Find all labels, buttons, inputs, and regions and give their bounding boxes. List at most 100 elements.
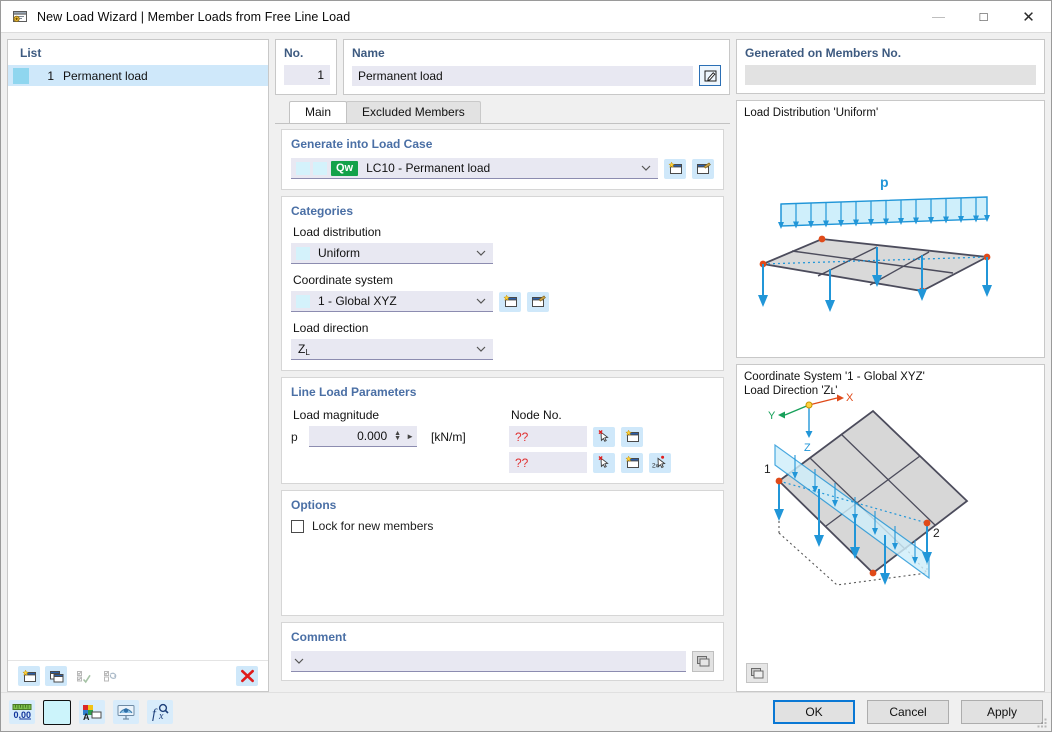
chevron-down-icon [473,298,489,304]
delete-item-button[interactable] [236,666,258,686]
list-item-label: Permanent load [63,68,148,83]
apply-button[interactable]: Apply [961,700,1043,724]
new-node-1-button[interactable] [621,426,643,447]
pick-node-1-button[interactable] [593,426,615,447]
load-case-value: LC10 - Permanent load [366,161,491,175]
node-2-input[interactable]: ?? [509,452,587,473]
edit-load-case-button[interactable] [692,158,714,179]
generate-into-load-case-label: Generate into Load Case [291,137,433,151]
load-distribution-preview: Load Distribution 'Uniform' p [736,100,1045,358]
pick-two-nodes-button[interactable]: 2x [649,452,671,473]
lock-for-new-members-checkbox[interactable] [291,519,304,533]
resize-grip-icon[interactable] [1037,718,1048,729]
list-body: 1 Permanent load [8,65,268,660]
load-distribution-label: Load distribution [293,225,382,239]
lock-for-new-members-label: Lock for new members [312,519,434,533]
axis-z-label: Z [804,442,811,454]
comment-input[interactable] [291,651,686,672]
line-load-parameters-label: Line Load Parameters [291,385,417,399]
generated-on-members-box: Generated on Members No. [736,39,1045,94]
new-node-2-button[interactable] [621,452,643,473]
formula-button[interactable]: f x [147,700,173,724]
ok-button[interactable]: OK [773,700,855,724]
node-2-value: ?? [515,455,529,470]
name-field-box: Name Permanent load [343,39,730,95]
node-1-value: ?? [515,429,529,444]
comment-library-button[interactable] [692,651,714,672]
number-field-box: No. 1 [275,39,337,95]
minimize-button[interactable]: — [916,1,961,32]
name-input[interactable]: Permanent load [352,65,693,86]
render-settings-button[interactable] [746,663,768,683]
load-symbol-label: p [880,174,889,190]
list-item-number: 1 [47,68,54,83]
display-properties-button[interactable]: A [79,700,105,724]
load-distribution-combobox[interactable]: Uniform [291,243,493,264]
new-load-case-button[interactable] [664,158,686,179]
title-bar: New Load Wizard | Member Loads from Free… [1,1,1051,33]
check-all-button[interactable] [72,666,94,686]
load-magnitude-label: Load magnitude [293,408,380,422]
load-direction-combobox[interactable]: ZL [291,339,493,360]
new-item-button[interactable] [18,666,40,686]
load-case-combobox[interactable]: Qw LC10 - Permanent load [291,158,658,179]
number-value: 1 [317,68,324,82]
tab-strip: Main Excluded Members [275,101,730,123]
generated-on-members-label: Generated on Members No. [745,46,902,60]
close-button[interactable]: ✕ [1006,1,1051,32]
generated-on-members-field [745,65,1036,85]
load-magnitude-unit: [kN/m] [431,429,466,444]
spinner-expand-icon[interactable]: ► [406,432,414,441]
tab-pane-main: Generate into Load Case Qw LC10 - Perman… [275,123,730,692]
list-toolbar [8,660,268,691]
spinner-arrows-icon[interactable]: ▲ ▼ [394,430,401,442]
axis-x-label: X [846,393,854,404]
tab-main[interactable]: Main [289,101,348,123]
load-magnitude-symbol: p [291,429,298,444]
chevron-down-icon [638,165,654,171]
list-panel: List 1 Permanent load [7,39,269,692]
dialog-body: List 1 Permanent load No. 1 Name Permane… [1,33,1051,692]
pick-node-2-button[interactable] [593,452,615,473]
svg-text:x: x [158,711,164,722]
maximize-button[interactable]: □ [961,1,1006,32]
options-group: Options Lock for new members [281,490,724,616]
invert-selection-button[interactable] [99,666,121,686]
decimal-places-button[interactable]: 0,00 [9,700,35,724]
coordinate-system-preview: Coordinate System '1 - Global XYZ' Load … [736,364,1045,692]
edit-pencil-icon[interactable] [699,65,721,86]
categories-group: Categories Load distribution Uniform Coo… [281,196,724,371]
new-coordinate-system-button[interactable] [499,291,521,312]
node-1-input[interactable]: ?? [509,426,587,447]
color-swatch-button[interactable] [43,699,71,725]
load-magnitude-value: 0.000 [357,429,388,443]
footer-bar: 0,00 A f x OK Cancel Apply [1,692,1051,731]
copy-item-button[interactable] [45,666,67,686]
node-row: ?? [509,426,714,447]
name-label: Name [352,46,385,60]
name-value: Permanent load [358,68,443,83]
lock-for-new-members-row[interactable]: Lock for new members [291,519,714,533]
options-label: Options [291,498,337,512]
chevron-down-icon [473,250,489,256]
load-magnitude-input[interactable]: 0.000 ▲ ▼ ► [309,426,417,447]
svg-text:f: f [152,707,158,722]
dialog-window: New Load Wizard | Member Loads from Free… [0,0,1052,732]
number-input[interactable]: 1 [284,65,330,85]
view-settings-button[interactable] [113,700,139,724]
main-panel: No. 1 Name Permanent load Main Excluded … [275,39,730,692]
list-item[interactable]: 1 Permanent load [8,65,268,86]
coordinate-system-combobox[interactable]: 1 - Global XYZ [291,291,493,312]
node-row: ?? [509,452,714,473]
tab-excluded-members[interactable]: Excluded Members [346,101,481,123]
chevron-down-icon [291,658,307,664]
svg-text:A: A [83,712,90,722]
load-direction-subscript: L [305,348,310,356]
wizard-icon [11,8,29,26]
uniform-load-diagram: p [758,174,992,312]
cancel-button[interactable]: Cancel [867,700,949,724]
dialog-button-group: OK Cancel Apply [773,700,1043,724]
node-2-label: 2 [933,526,940,540]
edit-coordinate-system-button[interactable] [527,291,549,312]
list-item-color [8,67,34,84]
